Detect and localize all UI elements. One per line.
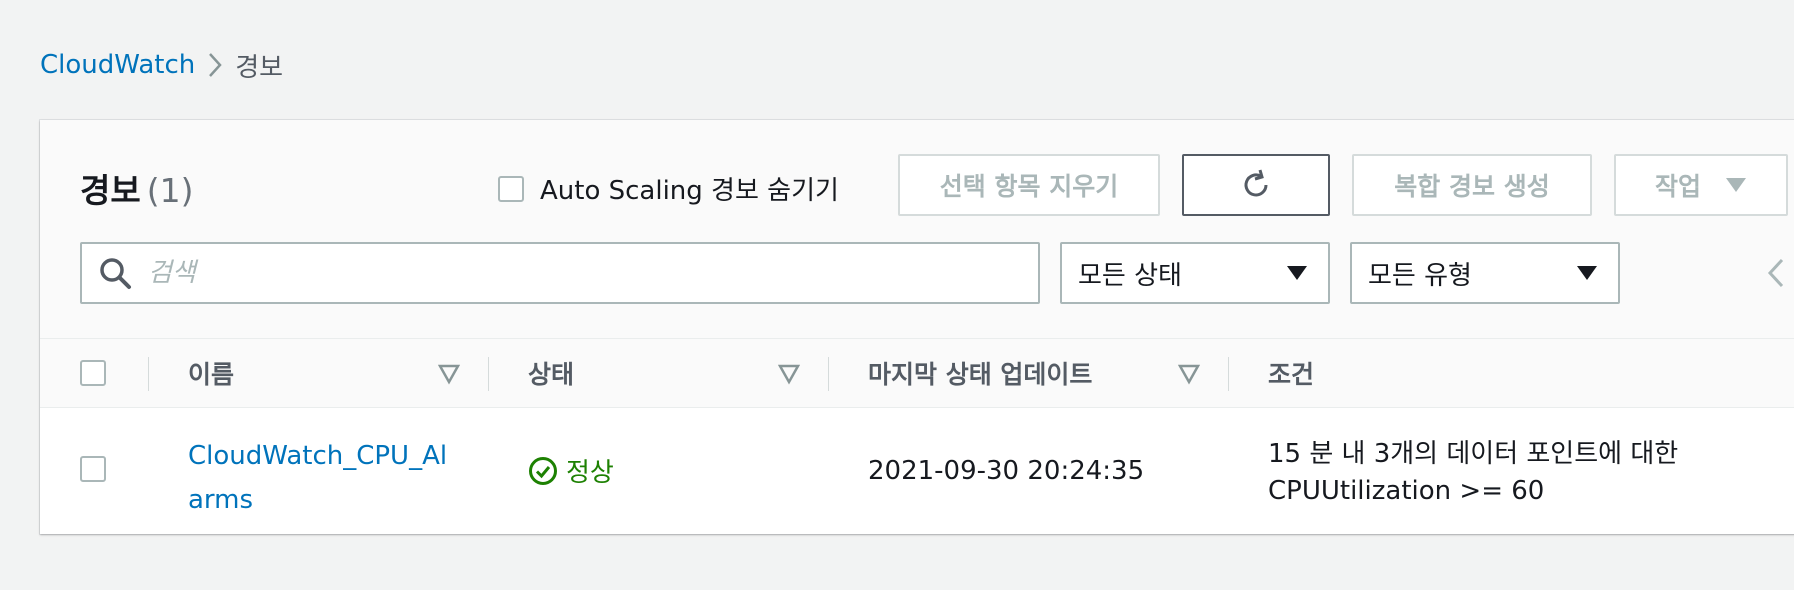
select-all-cell <box>80 339 106 407</box>
alarm-count: (1) <box>146 171 194 210</box>
previous-page-icon[interactable] <box>1760 256 1794 290</box>
alarm-name-link[interactable]: CloudWatch_CPU_Alarms <box>188 434 458 522</box>
select-all-checkbox[interactable] <box>80 360 106 386</box>
refresh-button[interactable] <box>1182 154 1330 216</box>
breadcrumb: CloudWatch 경보 <box>40 48 284 83</box>
search-input[interactable] <box>146 257 1030 289</box>
title-text: 경보 <box>80 171 141 210</box>
column-divider[interactable] <box>488 357 489 391</box>
sort-icon[interactable] <box>438 363 460 385</box>
type-filter-select[interactable]: 모든 유형 <box>1350 242 1620 304</box>
state-filter-value: 모든 상태 <box>1078 260 1182 291</box>
breadcrumb-cloudwatch-link[interactable]: CloudWatch <box>40 50 195 80</box>
check-circle-icon <box>529 456 557 485</box>
state-filter-select[interactable]: 모든 상태 <box>1060 242 1330 304</box>
caret-down-icon <box>1726 178 1746 192</box>
refresh-icon <box>1244 169 1268 197</box>
search-box[interactable] <box>80 242 1040 304</box>
table-row: CloudWatch_CPU_Alarms 정상 2021-09-30 20:2… <box>40 408 1794 534</box>
hide-autoscaling-toggle[interactable]: Auto Scaling 경보 숨기기 <box>498 170 839 207</box>
actions-dropdown-button[interactable]: 작업 <box>1614 154 1788 216</box>
page-title: 경보 (1) <box>80 164 193 212</box>
caret-down-icon <box>1577 266 1597 280</box>
column-divider[interactable] <box>1228 357 1229 391</box>
hide-autoscaling-checkbox[interactable] <box>498 175 524 202</box>
column-header-name[interactable]: 이름 <box>188 339 234 407</box>
clear-selection-button[interactable]: 선택 항목 지우기 <box>898 154 1160 216</box>
hide-autoscaling-label: Auto Scaling 경보 숨기기 <box>540 176 839 206</box>
sort-icon[interactable] <box>1178 363 1200 385</box>
alarm-last-update: 2021-09-30 20:24:35 <box>868 456 1145 486</box>
column-divider <box>148 357 149 391</box>
alarm-condition: 15 분 내 3개의 데이터 포인트에 대한 CPUUtilization >=… <box>1268 439 1679 506</box>
alarms-panel: 경보 (1) Auto Scaling 경보 숨기기 선택 항목 지우기 복합 경… <box>40 120 1794 534</box>
column-header-state[interactable]: 상태 <box>528 339 574 407</box>
type-filter-value: 모든 유형 <box>1368 260 1472 291</box>
alarm-state: 정상 <box>528 452 614 489</box>
sort-icon[interactable] <box>778 363 800 385</box>
breadcrumb-current: 경보 <box>235 52 284 83</box>
row-select-checkbox[interactable] <box>80 456 106 482</box>
caret-down-icon <box>1287 266 1307 280</box>
chevron-right-icon <box>195 48 235 82</box>
search-icon <box>100 258 131 289</box>
alarm-state-text: 정상 <box>566 458 614 488</box>
panel-header: 경보 (1) Auto Scaling 경보 숨기기 선택 항목 지우기 복합 경… <box>40 120 1794 339</box>
table-header: 이름 상태 마지막 상태 업데이트 조건 <box>40 339 1794 408</box>
column-header-condition[interactable]: 조건 <box>1268 339 1314 407</box>
actions-label: 작업 <box>1654 172 1701 201</box>
column-header-last-update[interactable]: 마지막 상태 업데이트 <box>868 339 1092 407</box>
column-divider[interactable] <box>828 357 829 391</box>
row-select-cell <box>80 456 106 482</box>
create-composite-alarm-button[interactable]: 복합 경보 생성 <box>1352 154 1592 216</box>
